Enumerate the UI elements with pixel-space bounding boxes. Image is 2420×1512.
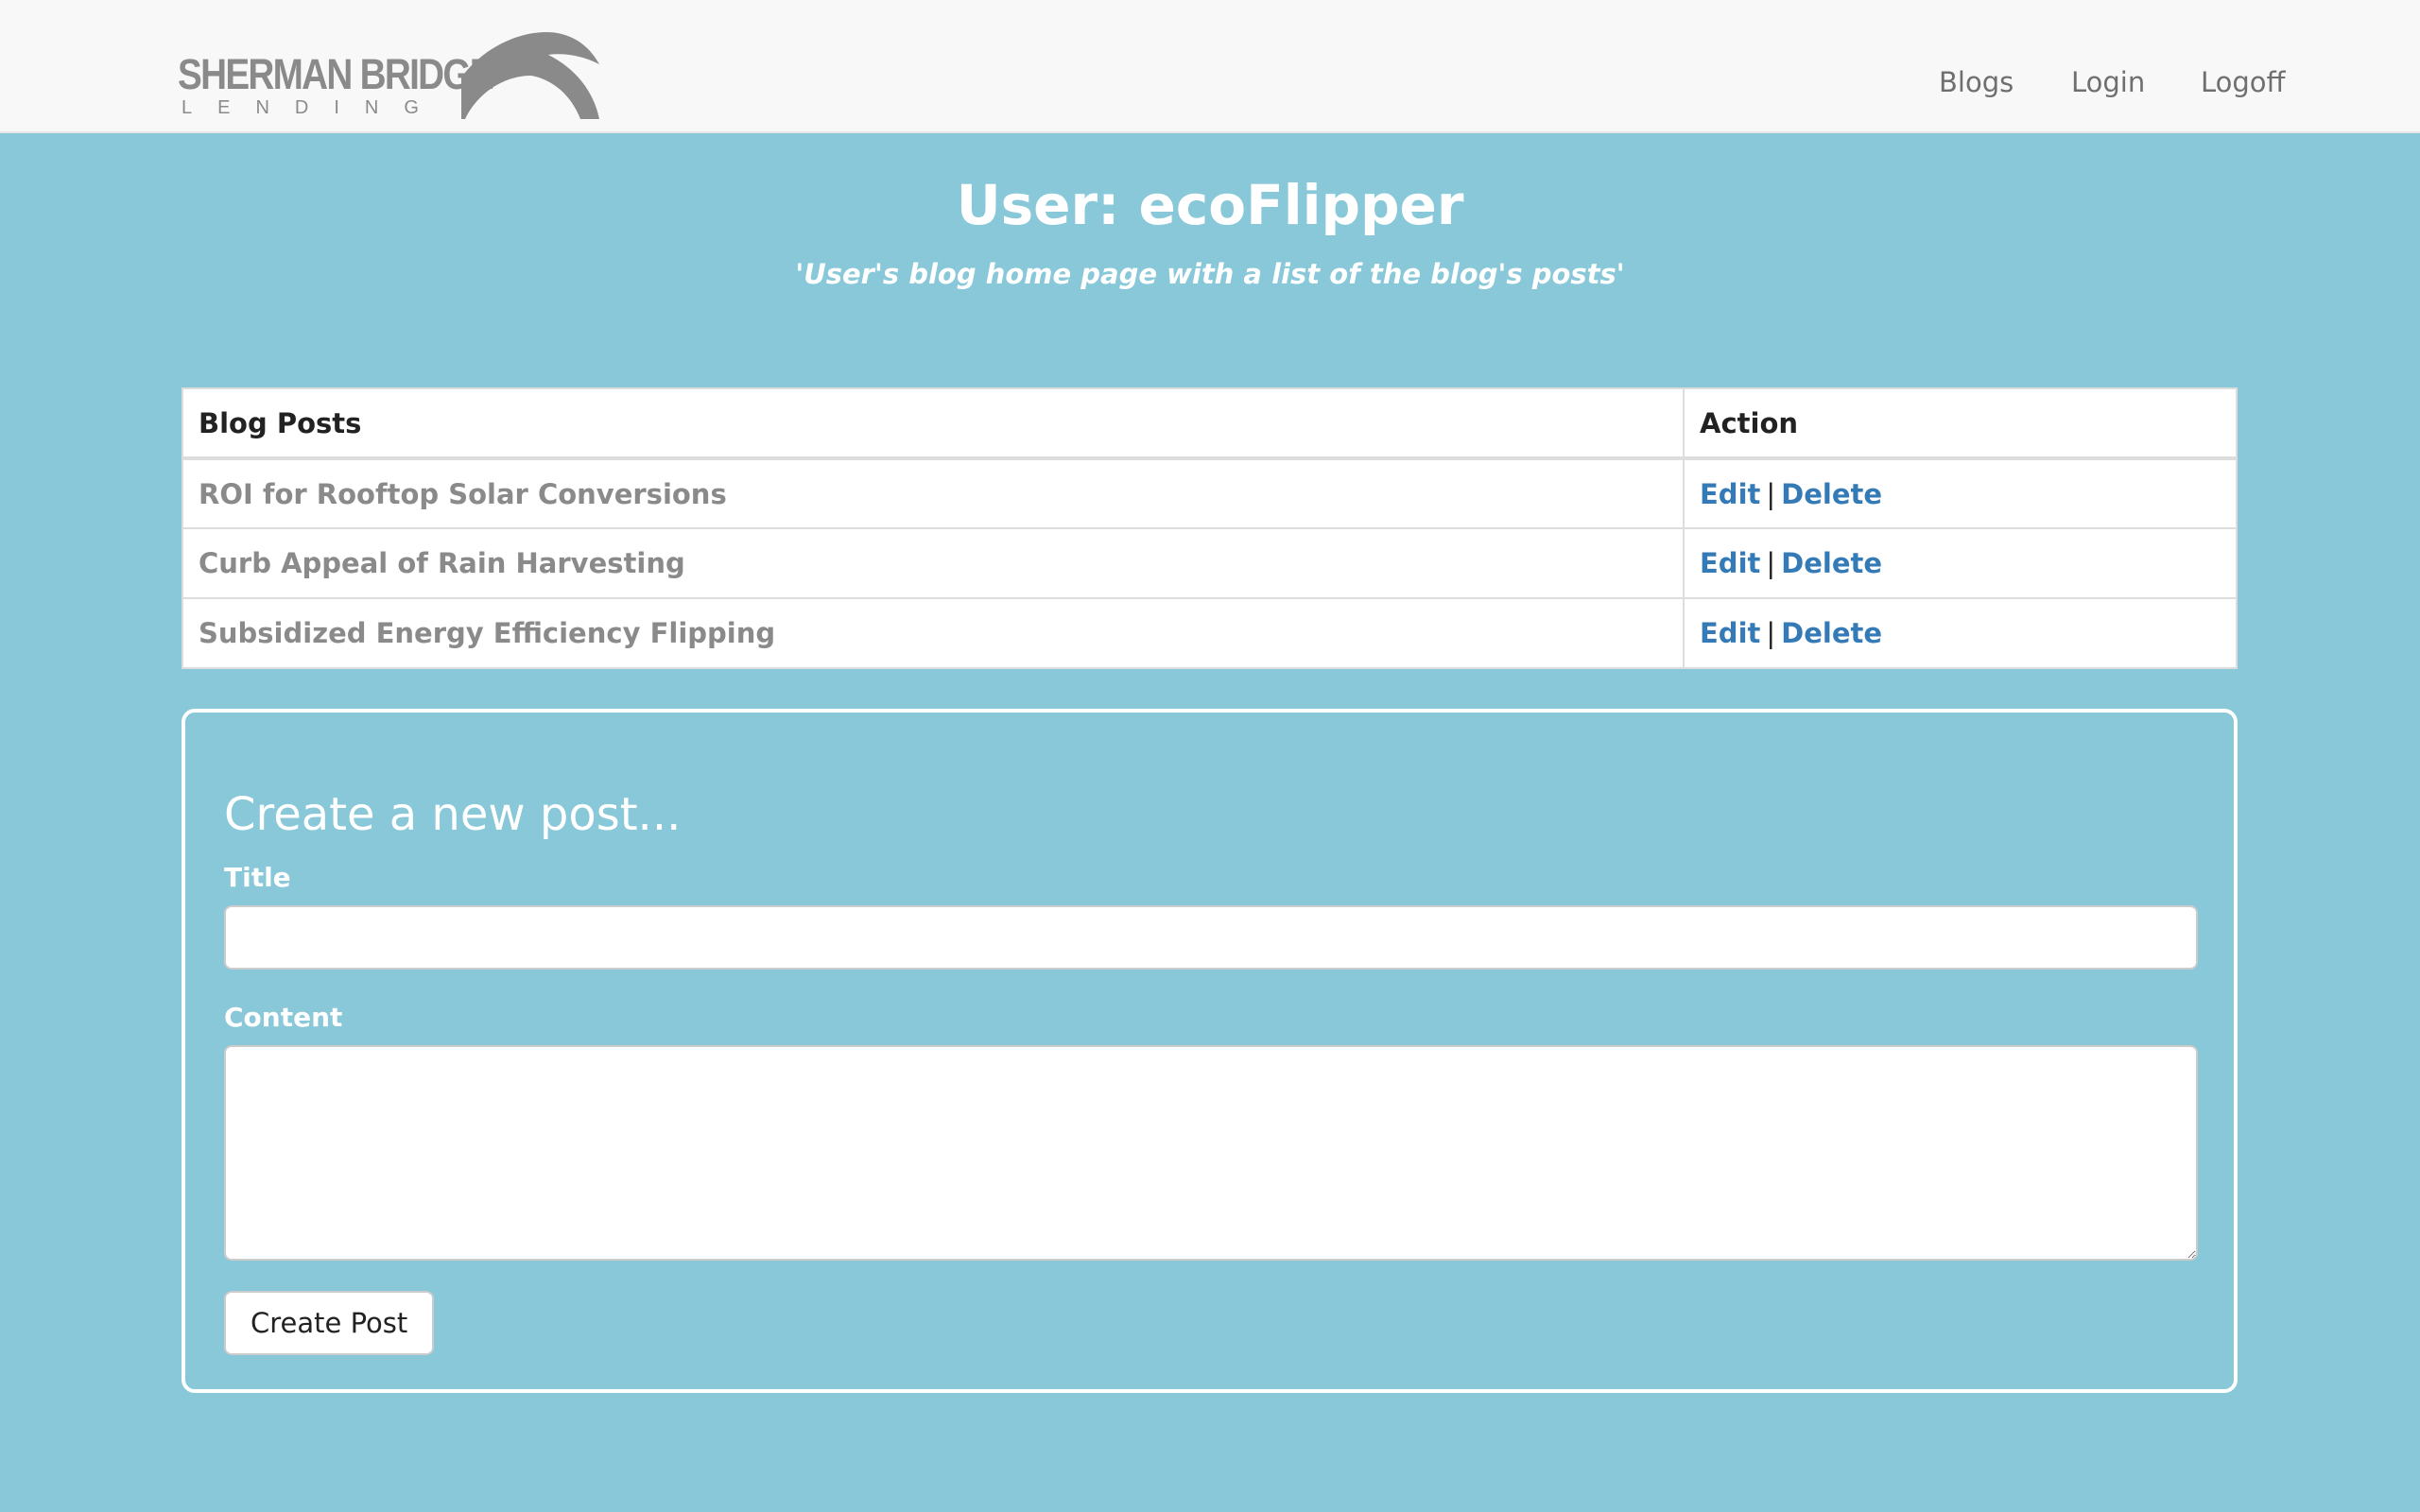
post-title: ROI for Rooftop Solar Conversions [182,457,1685,529]
table-row: ROI for Rooftop Solar Conversions Edit | D… [182,457,2238,529]
action-separator: | [1766,617,1776,649]
edit-link[interactable]: Edit [1700,478,1760,510]
content-label: Content [224,1002,343,1033]
nav-logoff-link[interactable]: Logoff [2201,66,2286,98]
brand-logo[interactable]: SHERMAN BRIDGE LENDING [178,32,599,119]
nav-blogs-link[interactable]: Blogs [1939,66,2014,98]
create-post-heading: Create a new post... [224,788,682,841]
table-row: Curb Appeal of Rain Harvesting Edit | Dele… [182,527,2238,599]
delete-link[interactable]: Delete [1781,617,1882,649]
edit-link[interactable]: Edit [1700,617,1760,649]
page-subtitle: 'User's blog home page with a list of th… [795,258,1625,290]
bridge-arc-icon [461,32,599,119]
create-post-panel: Create a new post... Title Content Creat… [182,709,2238,1393]
blog-posts-table: Blog Posts Action ROI for Rooftop Solar … [182,387,2238,669]
title-input[interactable] [224,905,2198,970]
table-header-row: Blog Posts Action [182,387,2238,460]
column-header-blog-posts: Blog Posts [182,387,1685,460]
delete-link[interactable]: Delete [1781,547,1882,579]
navbar: SHERMAN BRIDGE LENDING Blogs Login Logof… [0,0,2420,133]
action-separator: | [1766,547,1776,579]
delete-link[interactable]: Delete [1781,478,1882,510]
column-header-action: Action [1683,387,2238,460]
content-textarea[interactable] [224,1045,2198,1261]
brand-subname: LENDING [182,97,444,118]
post-actions: Edit | Delete [1683,457,2238,529]
create-post-button[interactable]: Create Post [224,1291,435,1355]
post-actions: Edit | Delete [1683,527,2238,599]
edit-link[interactable]: Edit [1700,547,1760,579]
page-title: User: ecoFlipper [956,173,1464,237]
post-title: Curb Appeal of Rain Harvesting [182,527,1685,599]
post-actions: Edit | Delete [1683,597,2238,669]
title-label: Title [224,862,291,893]
post-title: Subsidized Energy Efficiency Flipping [182,597,1685,669]
nav-login-link[interactable]: Login [2071,66,2145,98]
brand-name: SHERMAN BRIDGE [178,50,494,98]
action-separator: | [1766,477,1776,510]
table-row: Subsidized Energy Efficiency Flipping Ed… [182,597,2238,669]
